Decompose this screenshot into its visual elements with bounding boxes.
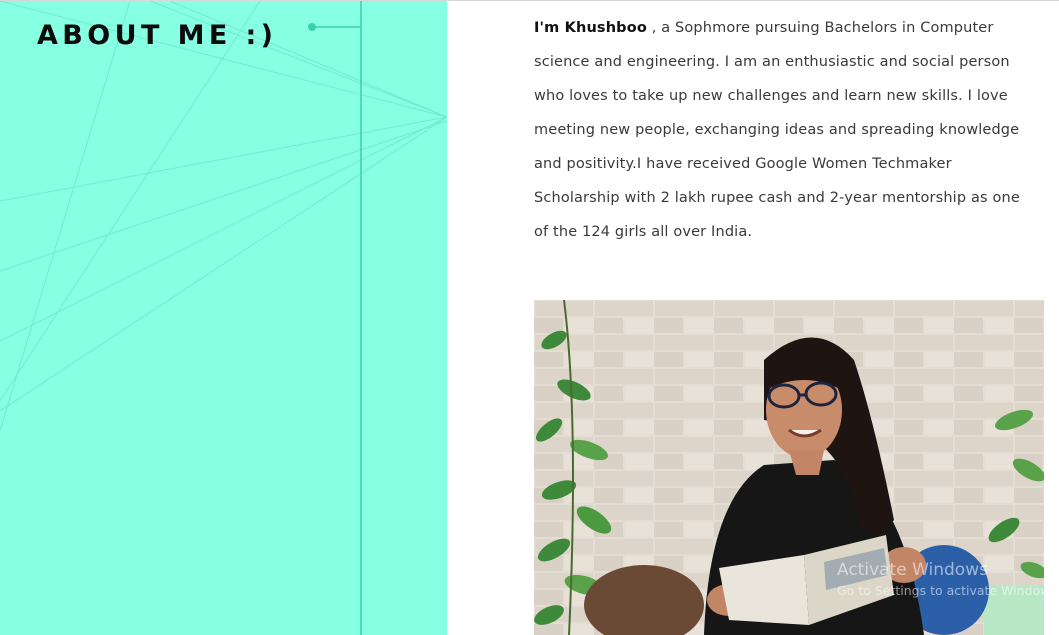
watermark-line-1: Activate Windows [837, 560, 988, 580]
bio-paragraph: I'm Khushboo , a Sophmore pursuing Bache… [534, 11, 1034, 249]
windows-activation-watermark: Activate Windows Go to Settings to activ… [837, 558, 1059, 600]
bio-text: , a Sophmore pursuing Bachelors in Compu… [534, 20, 1020, 240]
watermark-line-2: Go to Settings to activate Windows. [837, 583, 1059, 598]
about-side-panel: ABOUT ME :) [0, 1, 447, 635]
bio-name: I'm Khushboo [534, 20, 647, 36]
page: ABOUT ME :) I'm Khushboo , a Sophmore pu… [0, 0, 1059, 635]
section-title: ABOUT ME :) [37, 20, 278, 51]
connector-dot-icon [308, 23, 316, 31]
geometric-lines-background [0, 1, 447, 635]
